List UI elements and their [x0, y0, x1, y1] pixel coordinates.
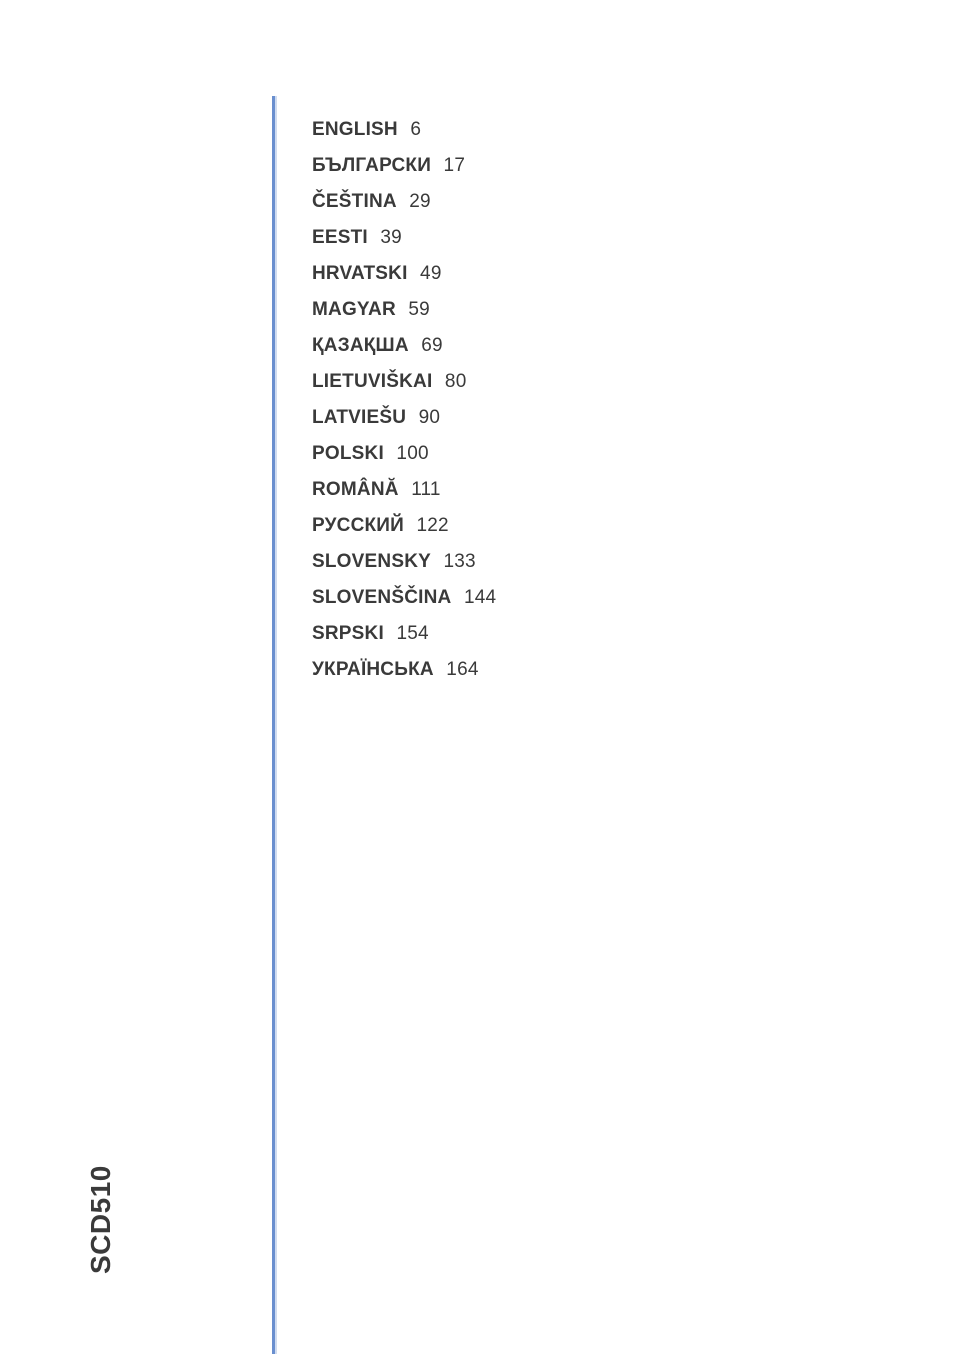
toc-language: SLOVENŠČINA	[312, 587, 451, 608]
toc-entry: POLSKI 100	[312, 440, 496, 468]
toc-language: POLSKI	[312, 443, 384, 464]
toc-entry: ČEŠTINA 29	[312, 188, 496, 216]
toc-entry: УКРАЇНСЬКА 164	[312, 656, 496, 684]
toc-page-number: 90	[419, 407, 441, 428]
toc-entry: HRVATSKI 49	[312, 260, 496, 288]
table-of-contents: ENGLISH 6 БЪЛГАРСКИ 17 ČEŠTINA 29 EESTI …	[312, 116, 496, 692]
toc-entry: ENGLISH 6	[312, 116, 496, 144]
toc-language: ENGLISH	[312, 119, 398, 140]
toc-entry: EESTI 39	[312, 224, 496, 252]
toc-page-number: 164	[446, 659, 478, 680]
toc-entry: LATVIEŠU 90	[312, 404, 496, 432]
toc-page-number: 6	[410, 119, 421, 140]
toc-page-number: 59	[408, 299, 430, 320]
toc-entry: LIETUVIŠKAI 80	[312, 368, 496, 396]
toc-page-number: 17	[444, 155, 466, 176]
toc-page-number: 111	[411, 479, 440, 500]
toc-entry: БЪЛГАРСКИ 17	[312, 152, 496, 180]
toc-page-number: 144	[464, 587, 496, 608]
toc-language: HRVATSKI	[312, 263, 408, 284]
toc-language: УКРАЇНСЬКА	[312, 659, 434, 680]
toc-entry: SLOVENŠČINA 144	[312, 584, 496, 612]
toc-page-number: 100	[396, 443, 428, 464]
toc-language: БЪЛГАРСКИ	[312, 155, 431, 176]
toc-page-number: 80	[445, 371, 467, 392]
toc-language: SRPSKI	[312, 623, 384, 644]
toc-language: ҚАЗАҚША	[312, 335, 409, 356]
toc-language: РУССКИЙ	[312, 515, 404, 536]
vertical-rule	[272, 96, 277, 1354]
toc-language: LATVIEŠU	[312, 407, 406, 428]
toc-page-number: 39	[380, 227, 402, 248]
toc-page-number: 69	[421, 335, 443, 356]
model-label: SCD510	[85, 1165, 117, 1274]
toc-entry: SLOVENSKY 133	[312, 548, 496, 576]
toc-page-number: 154	[396, 623, 428, 644]
toc-page-number: 133	[443, 551, 475, 572]
toc-entry: ҚАЗАҚША 69	[312, 332, 496, 360]
toc-entry: MAGYAR 59	[312, 296, 496, 324]
toc-language: EESTI	[312, 227, 368, 248]
toc-language: MAGYAR	[312, 299, 396, 320]
toc-page-number: 29	[409, 191, 431, 212]
toc-entry: РУССКИЙ 122	[312, 512, 496, 540]
toc-language: SLOVENSKY	[312, 551, 431, 572]
toc-language: LIETUVIŠKAI	[312, 371, 432, 392]
toc-page-number: 122	[416, 515, 448, 536]
toc-entry: ROMÂNĂ 111	[312, 476, 496, 504]
toc-entry: SRPSKI 154	[312, 620, 496, 648]
toc-page-number: 49	[420, 263, 442, 284]
toc-language: ČEŠTINA	[312, 191, 397, 212]
toc-language: ROMÂNĂ	[312, 479, 399, 500]
